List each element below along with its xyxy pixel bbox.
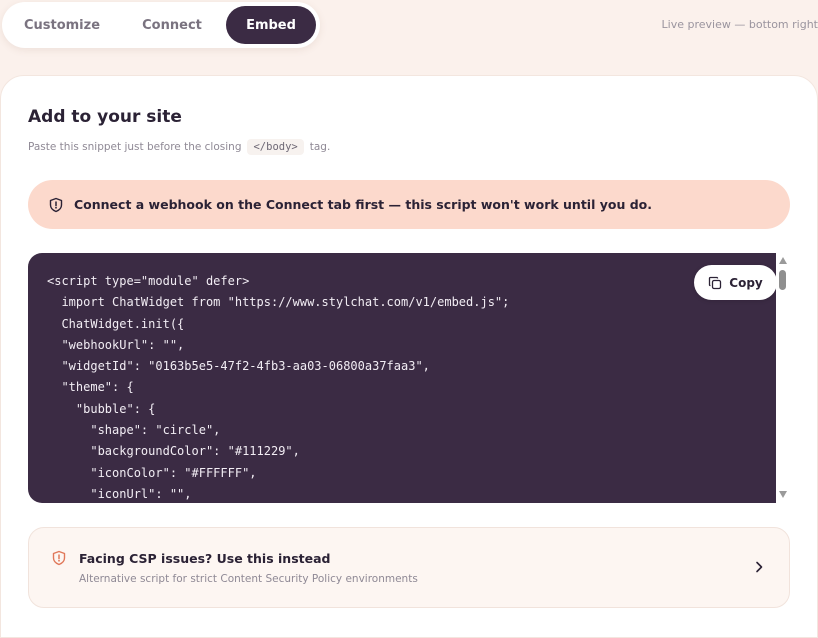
chevron-right-icon bbox=[753, 559, 765, 575]
section-title: Add to your site bbox=[28, 107, 182, 127]
warning-text: Connect a webhook on the Connect tab fir… bbox=[74, 197, 652, 212]
code-line: import ChatWidget from "https://www.styl… bbox=[47, 295, 510, 310]
tab-connect[interactable]: Connect bbox=[118, 6, 226, 44]
code-line: "webhookUrl": "", bbox=[47, 337, 185, 352]
csp-description: Alternative script for strict Content Se… bbox=[79, 573, 418, 585]
code-line: "theme": { bbox=[47, 380, 134, 395]
shield-alert-icon bbox=[48, 197, 64, 213]
code-line: "bubble": { bbox=[47, 401, 156, 416]
tab-embed[interactable]: Embed bbox=[226, 6, 316, 44]
tab-customize[interactable]: Customize bbox=[6, 6, 118, 44]
subtitle-prefix: Paste this snippet just before the closi… bbox=[28, 141, 242, 153]
subtitle-suffix: tag. bbox=[309, 141, 331, 153]
code-line: ChatWidget.init({ bbox=[47, 316, 185, 331]
code-line: "iconUrl": "", bbox=[47, 486, 192, 501]
code-line: "widgetId": "0163b5e5-47f2-4fb3-aa03-068… bbox=[47, 359, 430, 374]
code-scrollbar[interactable] bbox=[776, 253, 790, 503]
shield-alert-icon bbox=[51, 550, 67, 566]
code-line: "backgroundColor": "#111229", bbox=[47, 444, 300, 459]
code-line: "iconColor": "#FFFFFF", bbox=[47, 465, 257, 480]
csp-alternative-card[interactable]: Facing CSP issues? Use this instead Alte… bbox=[28, 527, 790, 608]
copy-button[interactable]: Copy bbox=[694, 265, 777, 300]
embed-code-block[interactable]: <script type="module" defer> import Chat… bbox=[28, 253, 776, 503]
section-subtitle: Paste this snippet just before the closi… bbox=[28, 139, 330, 155]
scroll-thumb[interactable] bbox=[779, 270, 786, 290]
webhook-warning-banner: Connect a webhook on the Connect tab fir… bbox=[28, 180, 790, 229]
code-line: "shape": "circle", bbox=[47, 423, 221, 438]
live-preview-label: Live preview — bottom right bbox=[661, 18, 818, 31]
scroll-down-arrow-icon[interactable] bbox=[779, 491, 787, 498]
code-line: <script type="module" defer> bbox=[47, 274, 250, 288]
tab-bar: Customize Connect Embed bbox=[2, 2, 320, 48]
body-tag-code: </body> bbox=[247, 139, 304, 155]
csp-title: Facing CSP issues? Use this instead bbox=[79, 551, 331, 566]
copy-icon bbox=[708, 276, 722, 290]
copy-label: Copy bbox=[729, 275, 763, 290]
scroll-up-arrow-icon[interactable] bbox=[779, 257, 787, 264]
